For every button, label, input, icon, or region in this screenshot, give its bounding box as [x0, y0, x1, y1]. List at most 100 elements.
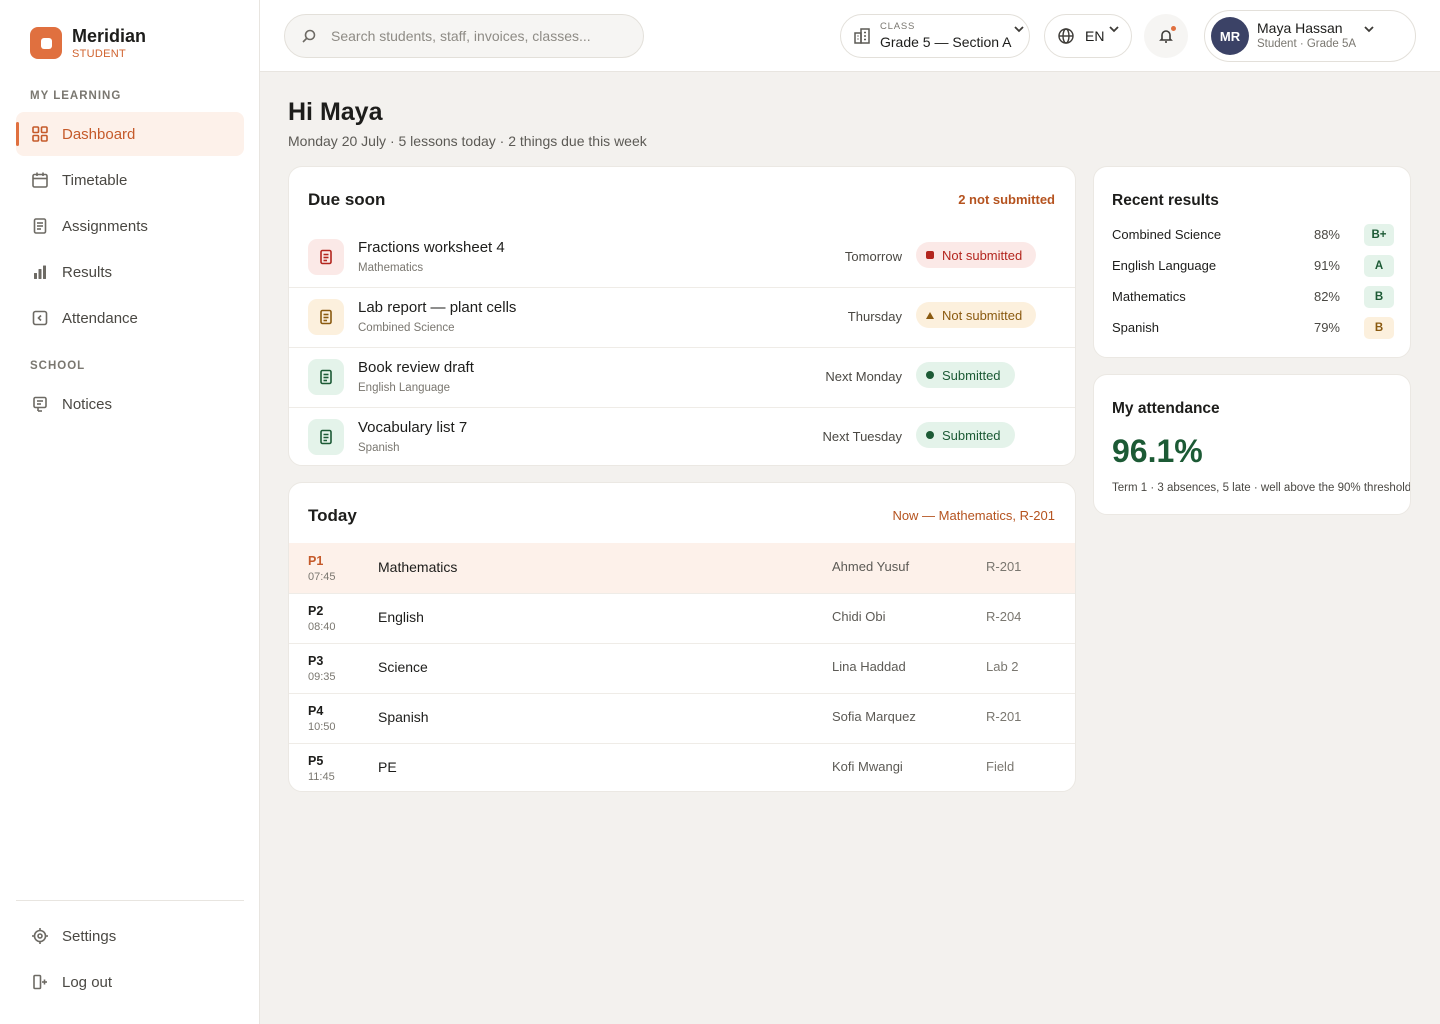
assignment-subject: Mathematics: [358, 262, 424, 274]
period-label: P2: [308, 604, 324, 618]
period-label: P5: [308, 754, 324, 768]
result-row[interactable]: Mathematics 82% B: [1112, 286, 1394, 308]
lesson-room: R-204: [986, 609, 1022, 624]
notification-dot: [1171, 26, 1176, 31]
due-soon-title: Due soon: [308, 190, 386, 209]
document-icon: [308, 419, 344, 455]
avatar: MR: [1211, 17, 1249, 55]
language-selector[interactable]: EN: [1044, 14, 1132, 58]
notifications-button[interactable]: [1144, 14, 1188, 58]
table-row[interactable]: P1 07:45 Mathematics Ahmed Yusuf R-201: [289, 543, 1075, 593]
list-item[interactable]: Book review draft English Language Next …: [289, 347, 1075, 407]
topbar: CLASS Grade 5 — Section A EN MR Maya Has…: [260, 0, 1440, 72]
calendar-icon: [32, 172, 48, 188]
sidebar-item-logout[interactable]: Log out: [16, 960, 244, 1004]
brand[interactable]: Meridian STUDENT: [30, 26, 146, 60]
sidebar-item-attendance[interactable]: Attendance: [16, 296, 244, 340]
period-time: 10:50: [308, 721, 336, 733]
result-percent: 88%: [1313, 227, 1340, 242]
class-selector[interactable]: CLASS Grade 5 — Section A: [840, 14, 1030, 58]
today-meta: Now — Mathematics, R-201: [892, 508, 1055, 523]
user-menu[interactable]: MR Maya Hassan Student · Grade 5A: [1204, 10, 1416, 62]
user-subtitle: Student · Grade 5A: [1257, 38, 1357, 50]
document-icon: [308, 299, 344, 335]
status-badge: Submitted: [916, 362, 1015, 388]
result-row[interactable]: Combined Science 88% B+: [1112, 224, 1394, 246]
list-item[interactable]: Fractions worksheet 4 Mathematics Tomorr…: [289, 227, 1075, 287]
sidebar-item-dashboard[interactable]: Dashboard: [16, 112, 244, 156]
status-badge: Submitted: [916, 422, 1015, 448]
search-bar[interactable]: [284, 14, 644, 58]
lesson-room: R-201: [986, 709, 1022, 724]
due-soon-card: Due soon 2 not submitted Fractions works…: [288, 166, 1076, 466]
period-time: 08:40: [308, 621, 336, 633]
result-row[interactable]: English Language 91% A: [1112, 255, 1394, 277]
grid-icon: [32, 126, 48, 142]
period-time: 11:45: [308, 771, 335, 783]
brand-logo-icon: [30, 27, 62, 59]
user-name: Maya Hassan: [1257, 20, 1343, 36]
result-subject: Combined Science: [1112, 227, 1222, 242]
document-icon: [308, 239, 344, 275]
attendance-title: My attendance: [1112, 400, 1220, 417]
section-label-my-learning: MY LEARNING: [30, 90, 122, 102]
lesson-room: R-201: [986, 559, 1022, 574]
grade-badge: B: [1364, 317, 1394, 339]
grade-badge: A: [1364, 255, 1394, 277]
period-label: P4: [308, 704, 324, 718]
language-value: EN: [1085, 28, 1105, 44]
page-title: Hi Maya: [288, 98, 383, 126]
sidebar-item-label: Log out: [62, 973, 113, 991]
document-icon: [33, 218, 47, 234]
assignment-title: Fractions worksheet 4: [358, 239, 505, 256]
sidebar-item-settings[interactable]: Settings: [16, 914, 244, 958]
period-label: P1: [308, 554, 324, 568]
page-subtitle: Monday 20 July · 5 lessons today · 2 thi…: [288, 133, 647, 149]
attendance-subtitle: Term 1 · 3 absences, 5 late · well above…: [1112, 482, 1411, 494]
assignment-subject: English Language: [358, 382, 451, 394]
list-item[interactable]: Lab report — plant cells Combined Scienc…: [289, 287, 1075, 347]
result-subject: Spanish: [1112, 320, 1159, 335]
sidebar-item-label: Notices: [62, 395, 113, 413]
table-row[interactable]: P3 09:35 Science Lina Haddad Lab 2: [289, 643, 1075, 693]
sidebar-item-label: Settings: [62, 927, 117, 945]
period-label: P3: [308, 654, 324, 668]
sidebar-item-timetable[interactable]: Timetable: [16, 158, 244, 202]
recent-results-card: Recent results Combined Science 88% B+ E…: [1093, 166, 1411, 358]
chevron-down-icon: [1014, 26, 1024, 33]
sidebar-item-label: Attendance: [62, 309, 138, 327]
result-subject: Mathematics: [1112, 289, 1186, 304]
list-item[interactable]: Vocabulary list 7 Spanish Next Tuesday S…: [289, 407, 1075, 465]
attendance-value: 96.1%: [1112, 433, 1203, 469]
brand-name: Meridian: [72, 26, 147, 46]
result-percent: 82%: [1313, 289, 1340, 304]
assignment-due: Thursday: [847, 309, 902, 324]
grade-badge: B+: [1364, 224, 1394, 246]
bar-chart-icon: [34, 265, 46, 279]
table-row[interactable]: P4 10:50 Spanish Sofia Marquez R-201: [289, 693, 1075, 743]
period-time: 09:35: [308, 671, 336, 683]
brand-role: STUDENT: [72, 48, 127, 60]
lesson-teacher: Ahmed Yusuf: [832, 559, 910, 574]
class-selector-caption: CLASS: [880, 21, 916, 32]
sidebar-item-label: Dashboard: [62, 125, 136, 143]
sidebar-item-label: Timetable: [62, 171, 128, 189]
lesson-room: Field: [986, 759, 1015, 774]
assignment-title: Vocabulary list 7: [358, 419, 468, 436]
sidebar-item-notices[interactable]: Notices: [16, 382, 244, 426]
lesson-subject: Spanish: [378, 709, 429, 725]
sidebar-item-label: Results: [62, 263, 113, 281]
sidebar-item-label: Assignments: [62, 217, 148, 235]
lesson-subject: English: [378, 609, 424, 625]
grade-badge: B: [1364, 286, 1394, 308]
search-input[interactable]: [331, 28, 621, 44]
sidebar-divider: [16, 900, 244, 901]
table-row[interactable]: P5 11:45 PE Kofi Mwangi Field: [289, 743, 1075, 791]
sidebar-item-assignments[interactable]: Assignments: [16, 204, 244, 248]
sidebar-item-results[interactable]: Results: [16, 250, 244, 294]
table-row[interactable]: P2 08:40 English Chidi Obi R-204: [289, 593, 1075, 643]
section-label-school: SCHOOL: [30, 360, 86, 372]
lesson-room: Lab 2: [986, 659, 1019, 674]
globe-icon: [1058, 28, 1074, 44]
result-row[interactable]: Spanish 79% B: [1112, 317, 1394, 339]
